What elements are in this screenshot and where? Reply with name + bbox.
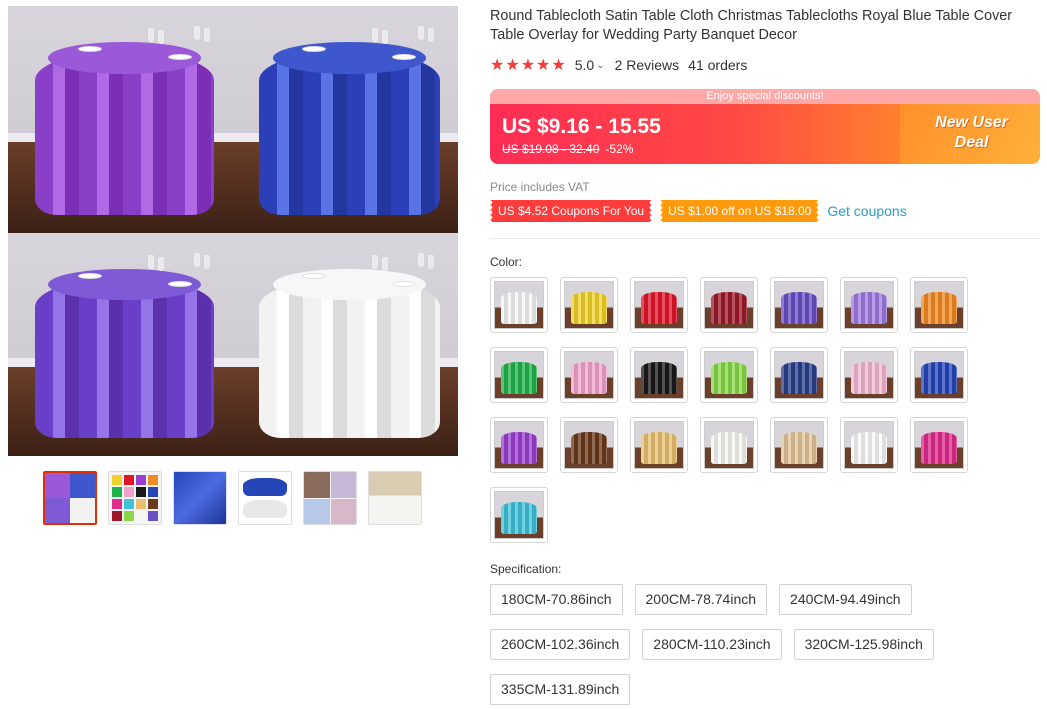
chevron-down-icon[interactable]: ⌄ <box>596 60 604 71</box>
image-quadrant-white <box>232 233 458 456</box>
image-quadrant-purple <box>8 233 232 456</box>
color-swatch-hot-pink[interactable] <box>910 417 968 473</box>
spec-option-button[interactable]: 260CM-102.36inch <box>490 629 631 660</box>
spec-option-button[interactable]: 280CM-110.23inch <box>642 629 782 660</box>
swatch-image <box>914 351 964 399</box>
star-rating-icon: ★★★★★ <box>490 57 567 74</box>
main-product-image[interactable] <box>8 6 458 456</box>
original-price: US $19.08 - 32.40 <box>502 142 600 156</box>
specification-options: 180CM-70.86inch 200CM-78.74inch 240CM-94.4… <box>490 584 1010 705</box>
color-swatch-royal-blue[interactable] <box>910 347 968 403</box>
color-swatch-aqua[interactable] <box>490 487 548 543</box>
color-swatch-light-pink[interactable] <box>840 347 898 403</box>
thumbnail-strip <box>43 471 422 525</box>
reviews-link[interactable]: 2 Reviews <box>615 57 680 73</box>
color-swatch-lavender[interactable] <box>840 277 898 333</box>
color-label: Color: <box>490 255 523 269</box>
image-quadrant-violet <box>8 6 232 233</box>
discount-strip: Enjoy special discounts! <box>490 89 1040 104</box>
spec-option-button[interactable]: 320CM-125.98inch <box>793 629 934 660</box>
divider <box>490 238 1040 239</box>
color-swatch-champagne[interactable] <box>770 417 828 473</box>
swatch-image <box>634 421 684 469</box>
swatch-image <box>844 421 894 469</box>
vat-note: Price includes VAT <box>490 180 590 194</box>
swatch-image <box>774 281 824 329</box>
color-swatch-pink[interactable] <box>560 347 618 403</box>
swatch-image <box>494 491 544 539</box>
color-swatch-navy[interactable] <box>770 347 828 403</box>
swatch-image <box>634 351 684 399</box>
swatch-image <box>564 421 614 469</box>
swatch-image <box>564 351 614 399</box>
get-coupons-link[interactable]: Get coupons <box>827 203 906 219</box>
color-swatch-gold[interactable] <box>630 417 688 473</box>
coupon-row: US $4.52 Coupons For You US $1.00 off on… <box>490 200 907 222</box>
color-swatch-orange[interactable] <box>910 277 968 333</box>
color-swatch-black[interactable] <box>630 347 688 403</box>
color-swatch-light-green[interactable] <box>700 347 758 403</box>
color-swatch-burgundy[interactable] <box>700 277 758 333</box>
coupon-off[interactable]: US $1.00 off on US $18.00 <box>660 200 820 222</box>
price-banner: Enjoy special discounts! US $9.16 - 15.5… <box>490 89 1040 164</box>
coupon-store[interactable]: US $4.52 Coupons For You <box>490 200 653 222</box>
color-swatch-yellow[interactable] <box>560 277 618 333</box>
color-swatch-green[interactable] <box>490 347 548 403</box>
swatch-image <box>774 421 824 469</box>
swatch-image <box>634 281 684 329</box>
color-swatch-list <box>490 277 980 543</box>
swatch-image <box>494 281 544 329</box>
current-price: US $9.16 - 15.55 <box>502 115 661 138</box>
new-user-line2: Deal <box>954 134 989 151</box>
swatch-image <box>704 281 754 329</box>
swatch-image <box>844 281 894 329</box>
color-swatch-violet[interactable] <box>490 417 548 473</box>
spec-option-button[interactable]: 335CM-131.89inch <box>490 674 631 705</box>
thumbnail-event-collage[interactable] <box>303 471 357 525</box>
swatch-image <box>914 421 964 469</box>
swatch-image <box>494 421 544 469</box>
swatch-image <box>704 421 754 469</box>
thumbnail-blue-white[interactable] <box>238 471 292 525</box>
product-title: Round Tablecloth Satin Table Cloth Chris… <box>490 8 1013 43</box>
orders-count: 41 orders <box>688 57 748 73</box>
original-price-row: US $19.08 - 32.40 -52% <box>502 142 633 156</box>
swatch-image <box>494 351 544 399</box>
new-user-deal-badge: New User Deal <box>900 104 1040 164</box>
color-swatch-red[interactable] <box>630 277 688 333</box>
color-swatch-brown[interactable] <box>560 417 618 473</box>
swatch-image <box>914 281 964 329</box>
color-swatch-white[interactable] <box>490 277 548 333</box>
image-quadrant-royal-blue <box>232 6 458 233</box>
spec-option-button[interactable]: 180CM-70.86inch <box>490 584 623 615</box>
spec-option-button[interactable]: 200CM-78.74inch <box>634 584 768 615</box>
color-swatch-ivory[interactable] <box>700 417 758 473</box>
rating-value[interactable]: 5.0 <box>575 57 594 73</box>
spec-option-button[interactable]: 240CM-94.49inch <box>779 584 912 615</box>
discount-percent: -52% <box>605 142 634 156</box>
thumbnail-color-grid[interactable] <box>108 471 162 525</box>
specification-label: Specification: <box>490 562 562 576</box>
thumbnail-banquet-room[interactable] <box>368 471 422 525</box>
thumbnail-4-colors[interactable] <box>43 471 97 525</box>
color-swatch-purple[interactable] <box>770 277 828 333</box>
rating-row: ★★★★★ 5.0 ⌄ 2 Reviews 41 orders <box>490 56 747 74</box>
swatch-image <box>844 351 894 399</box>
new-user-line1: New User <box>935 114 1008 131</box>
swatch-image <box>704 351 754 399</box>
thumbnail-royal-blue[interactable] <box>173 471 227 525</box>
color-swatch-white-2[interactable] <box>840 417 898 473</box>
swatch-image <box>564 281 614 329</box>
swatch-image <box>774 351 824 399</box>
